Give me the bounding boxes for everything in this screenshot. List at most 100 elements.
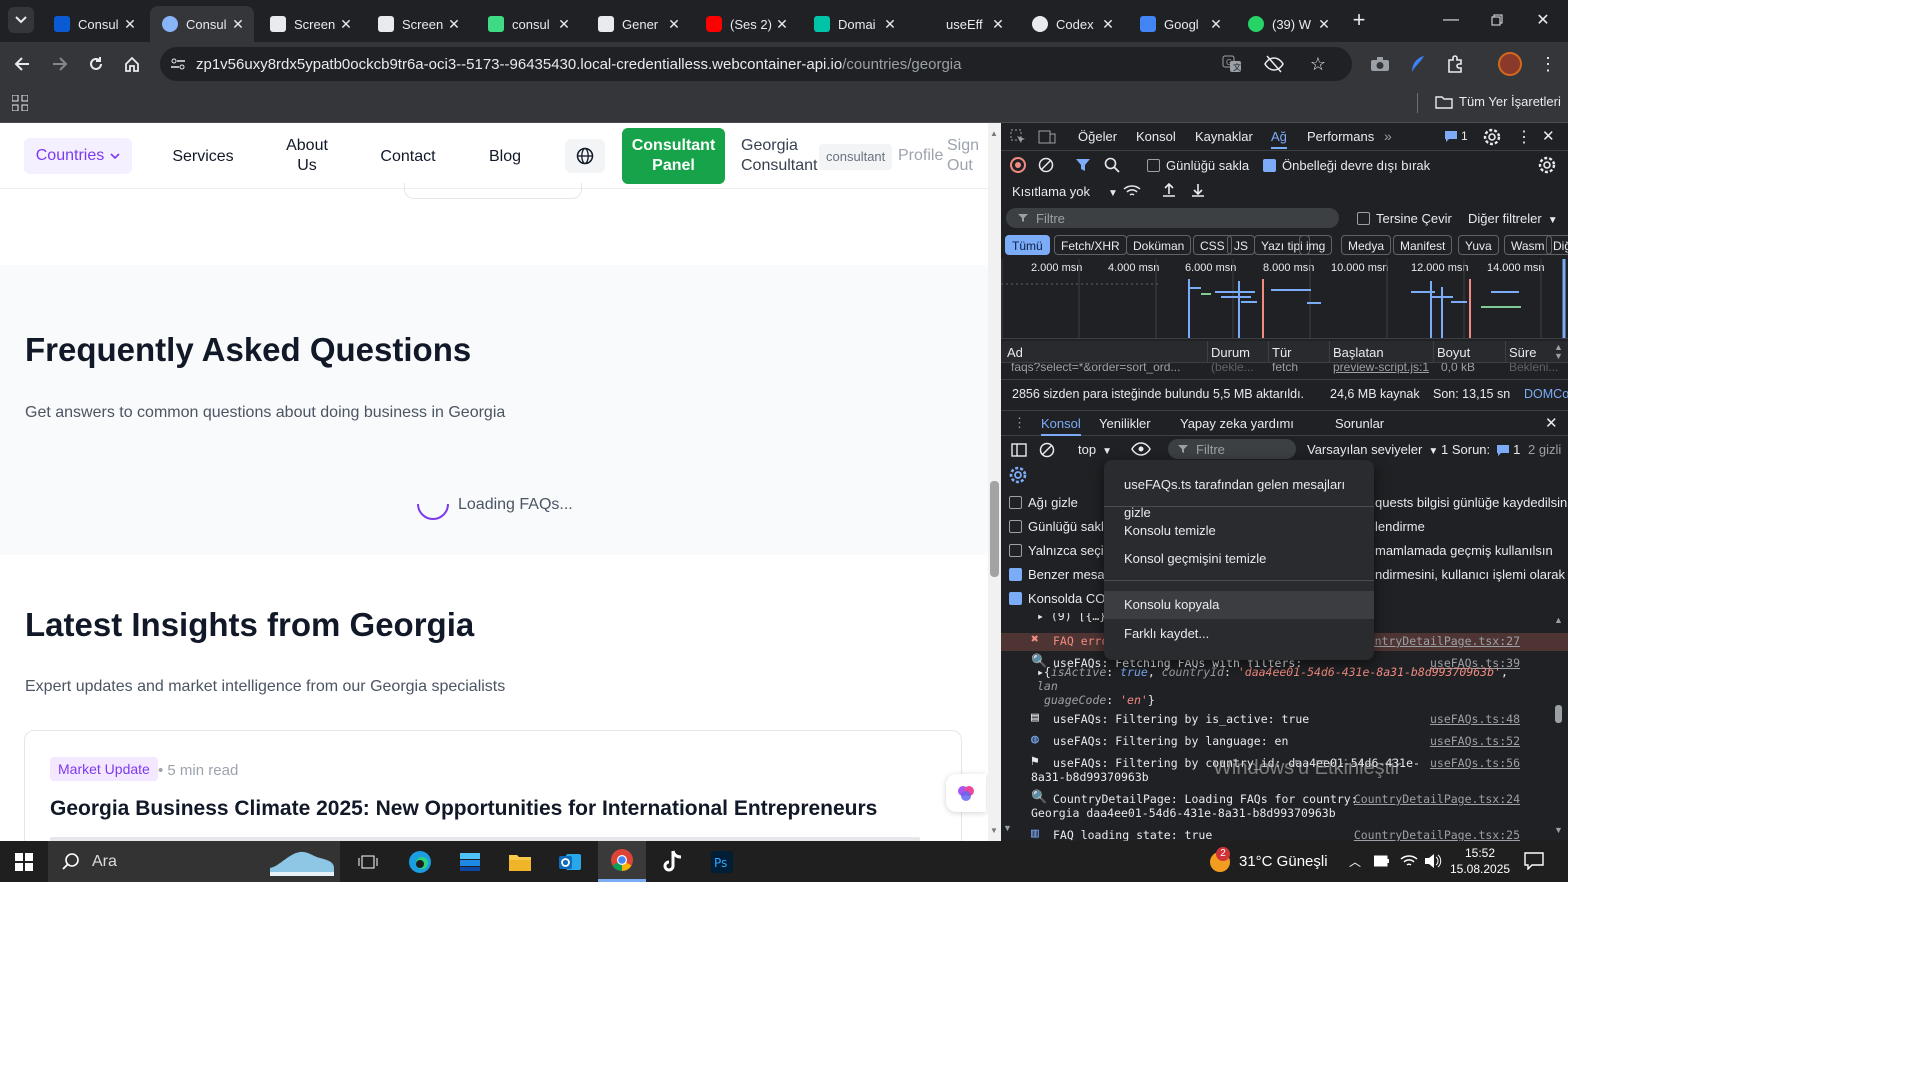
disable-cache-checkbox[interactable]: Önbelleği devre dışı bırak <box>1263 158 1430 173</box>
nav-sign-out[interactable]: Sign Out <box>947 136 979 176</box>
all-bookmarks-button[interactable]: Tüm Yer İşaretleri <box>1435 94 1561 109</box>
log-levels-dropdown[interactable]: Varsayılan seviyeler ▼ <box>1307 442 1438 457</box>
devtools-tab[interactable]: Performans <box>1307 129 1374 144</box>
drawer-tab[interactable]: Yapay zeka yardımı <box>1180 416 1294 431</box>
tab-close-icon[interactable]: ✕ <box>774 16 790 33</box>
resource-type-chip[interactable]: CSS <box>1193 235 1232 255</box>
chrome-icon[interactable] <box>598 841 646 882</box>
request-initiator[interactable]: preview-script.js:1 <box>1333 363 1431 374</box>
browser-tab[interactable]: consul ✕ <box>476 6 580 42</box>
forward-icon[interactable] <box>48 52 72 76</box>
browser-tab[interactable]: (39) W ✕ <box>1236 6 1340 42</box>
translate-icon[interactable]: G文 <box>1222 54 1242 74</box>
console-setting-label-right[interactable]: quests bilgisi günlüğe kaydedilsin <box>1375 495 1567 510</box>
live-expression-eye-icon[interactable] <box>1131 441 1151 457</box>
search-icon[interactable] <box>1104 157 1120 173</box>
apps-grid-icon[interactable] <box>12 95 28 111</box>
tab-close-icon[interactable]: ✕ <box>1316 16 1332 33</box>
tab-close-icon[interactable]: ✕ <box>666 16 682 33</box>
console-log-line[interactable]: ◍ useFAQs: Filtering by language: en useFA… <box>1001 733 1568 751</box>
device-toolbar-icon[interactable] <box>1038 129 1056 145</box>
clear-icon[interactable] <box>1038 157 1054 173</box>
tray-chevron-icon[interactable]: ︿ <box>1349 853 1361 870</box>
resource-type-chip[interactable]: Doküman <box>1126 235 1192 255</box>
console-setting-checkbox[interactable]: Ağı gizle <box>1009 495 1078 510</box>
devtools-tab[interactable]: Öğeler <box>1078 129 1117 144</box>
extensions-icon[interactable] <box>1443 52 1467 76</box>
nav-profile[interactable]: Profile <box>898 147 943 165</box>
notifications-icon[interactable] <box>1524 852 1544 870</box>
console-log-source-link[interactable]: CountryDetailPage.tsx:25 <box>1354 828 1520 841</box>
sort-arrows-icon[interactable]: ▲ ▼ <box>1554 343 1563 361</box>
resource-type-chip[interactable]: JS <box>1227 235 1256 255</box>
scrollbar-thumb[interactable] <box>990 481 999 577</box>
menu-clear-history[interactable]: Konsol geçmişini temizle <box>1104 545 1374 573</box>
devtools-tab[interactable]: Ağ <box>1271 129 1287 149</box>
object-preview[interactable]: ▸{isActive: true, countryId: 'daa4ee01-5… <box>1037 665 1527 707</box>
resource-type-chip[interactable]: Tümü <box>1005 235 1050 255</box>
insight-card-title[interactable]: Georgia Business Climate 2025: New Oppor… <box>50 797 877 821</box>
throttle-select[interactable]: Kısıtlama yok ▼ <box>1012 184 1118 199</box>
tab-close-icon[interactable]: ✕ <box>446 16 462 33</box>
photoshop-icon[interactable]: Ps <box>704 841 740 882</box>
network-column-header[interactable]: Süre <box>1509 345 1536 360</box>
devtools-tab[interactable]: Konsol <box>1136 129 1176 144</box>
task-view-icon[interactable] <box>350 841 386 882</box>
console-log-source-link[interactable]: useFAQs.ts:56 <box>1430 756 1520 770</box>
browser-tab[interactable]: Gener ✕ <box>586 6 690 42</box>
network-column-header[interactable]: Tür <box>1272 345 1292 360</box>
nav-countries-dropdown[interactable]: Countries <box>24 138 132 174</box>
drawer-tab[interactable]: Konsol <box>1041 416 1081 436</box>
close-window-icon[interactable]: ✕ <box>1520 0 1566 40</box>
network-column-header[interactable]: Boyut <box>1437 345 1470 360</box>
network-column-header[interactable]: Başlatan <box>1333 345 1384 360</box>
file-explorer-icon[interactable] <box>502 841 538 882</box>
tab-search-icon[interactable] <box>8 7 34 33</box>
resource-type-chip[interactable]: img <box>1299 235 1333 255</box>
resource-type-chip[interactable]: Medya <box>1341 235 1392 255</box>
ai-assistant-widget[interactable] <box>946 774 986 812</box>
console-issues-link[interactable]: 1 Sorun: 1 <box>1441 442 1520 457</box>
console-setting-label-right[interactable]: lendirme <box>1375 519 1425 534</box>
menu-dots-icon[interactable]: ⋮ <box>1536 52 1560 76</box>
console-setting-label-right[interactable]: mamlamada geçmiş kullanılsın <box>1375 543 1553 558</box>
feather-extension-icon[interactable] <box>1406 52 1430 76</box>
browser-tab[interactable]: useEff ✕ <box>910 6 1014 42</box>
console-clear-icon[interactable] <box>1039 442 1055 458</box>
devtools-close-icon[interactable]: ✕ <box>1542 127 1555 145</box>
devtools-menu-icon[interactable]: ⋮ <box>1516 127 1532 147</box>
devtools-settings-icon[interactable] <box>1483 128 1501 146</box>
menu-clear-console[interactable]: Konsolu temizle <box>1104 517 1374 545</box>
resource-type-chip[interactable]: Wasm <box>1504 235 1552 255</box>
tab-close-icon[interactable]: ✕ <box>1100 16 1116 33</box>
console-scroll-up-icon[interactable]: ▲ <box>1554 615 1563 625</box>
outlook-icon[interactable] <box>552 841 588 882</box>
network-conditions-icon[interactable] <box>1123 183 1141 199</box>
export-har-icon[interactable] <box>1190 182 1206 198</box>
browser-tab[interactable]: Codex ✕ <box>1020 6 1124 42</box>
browser-tab[interactable]: Googl ✕ <box>1128 6 1232 42</box>
inspect-element-icon[interactable] <box>1010 129 1026 145</box>
drawer-tab[interactable]: Yenilikler <box>1099 416 1151 431</box>
network-column-header[interactable]: Durum <box>1211 345 1250 360</box>
issues-counter[interactable]: 1 <box>1444 129 1468 143</box>
camera-extension-icon[interactable] <box>1368 52 1392 76</box>
battery-icon[interactable] <box>1374 855 1390 867</box>
browser-tab[interactable]: Screen ✕ <box>258 6 362 42</box>
menu-save-as[interactable]: Farklı kaydet... <box>1104 620 1374 648</box>
menu-copy-console[interactable]: Konsolu kopyala <box>1104 591 1374 619</box>
home-icon[interactable] <box>120 52 144 76</box>
console-setting-checkbox[interactable]: Benzer mesajla <box>1009 567 1118 582</box>
console-log-source-link[interactable]: useFAQs.ts:48 <box>1430 712 1520 726</box>
import-har-icon[interactable] <box>1161 182 1177 198</box>
site-info-icon[interactable] <box>160 57 196 71</box>
browser-tab[interactable]: (Ses 2) ✕ <box>694 6 798 42</box>
back-icon[interactable] <box>10 52 34 76</box>
scroll-down-icon[interactable]: ▼ <box>990 826 998 835</box>
reload-icon[interactable] <box>84 52 108 76</box>
insight-card[interactable]: Market Update • 5 min read Georgia Busin… <box>24 730 962 841</box>
resource-type-chip[interactable]: Manifest <box>1393 235 1453 255</box>
tab-close-icon[interactable]: ✕ <box>1208 16 1224 33</box>
file-stack-icon[interactable] <box>452 841 488 882</box>
edge-icon[interactable] <box>402 841 438 882</box>
